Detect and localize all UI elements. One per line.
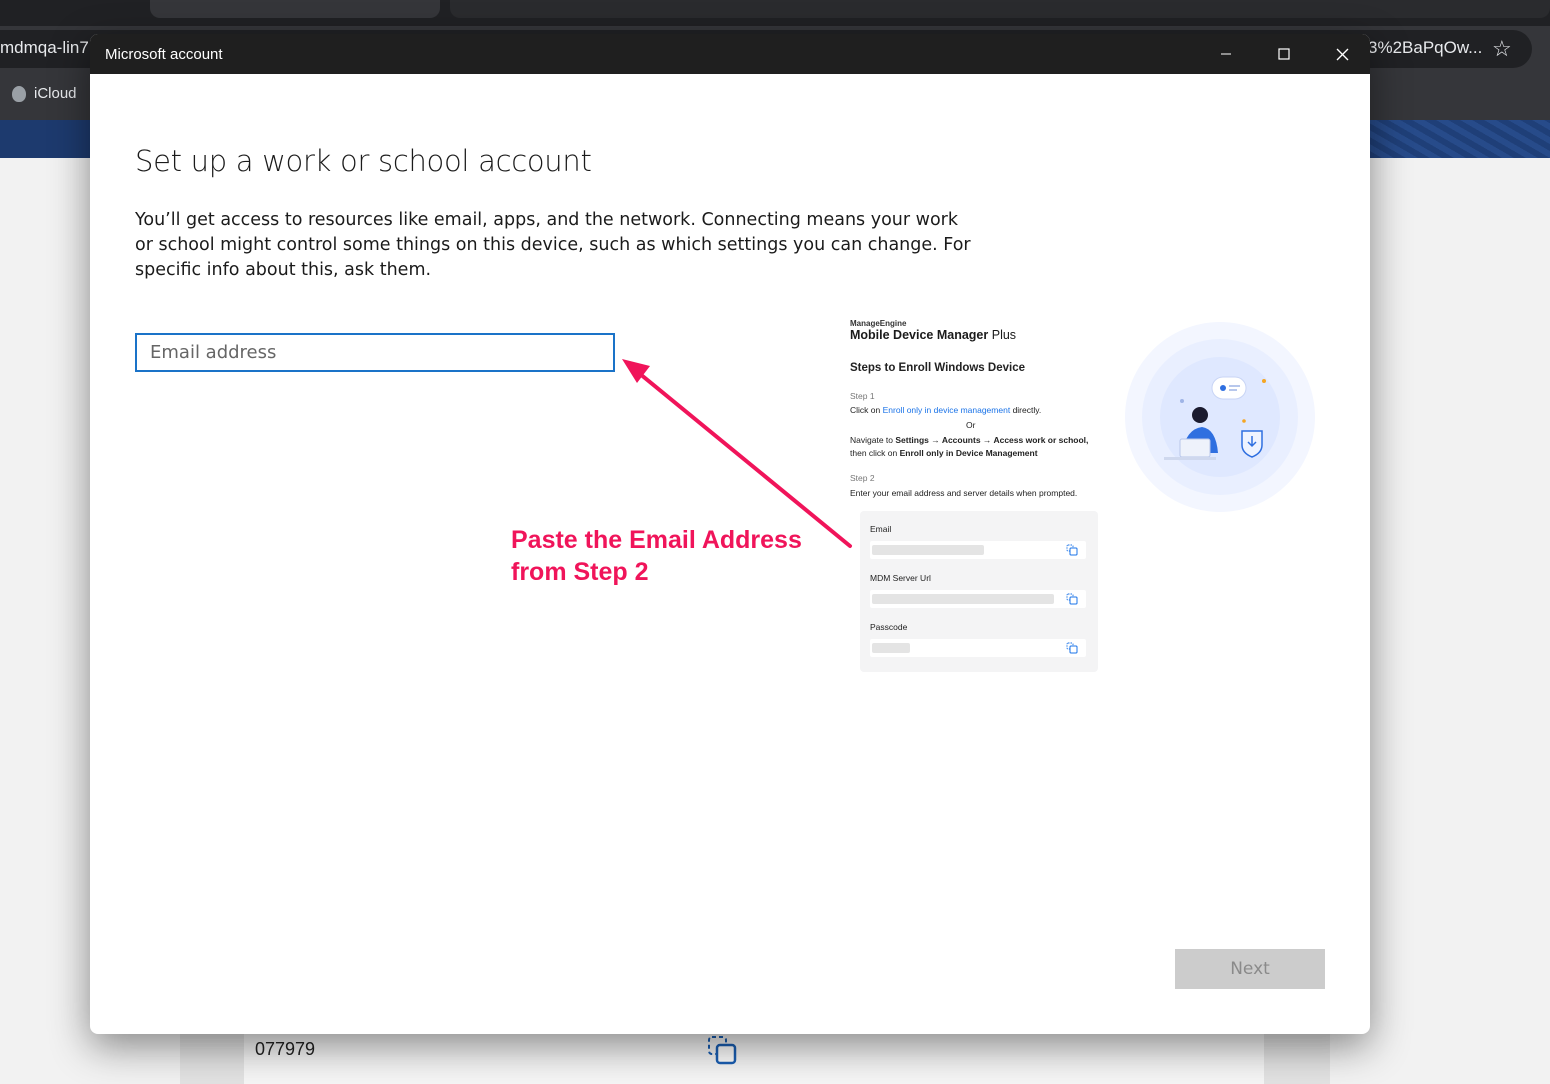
copy-icon[interactable] — [706, 1034, 738, 1066]
step1-prefix: Click on — [850, 405, 881, 415]
annotation-line-2: from Step 2 — [511, 558, 649, 586]
browser-tabstrip — [0, 0, 1550, 26]
step1-text: Click on Enroll only in device managemen… — [850, 405, 1041, 415]
server-url-field-value — [870, 590, 1086, 608]
email-field-label: Email — [870, 524, 892, 534]
maximize-icon — [1278, 48, 1290, 60]
redacted-value — [872, 594, 1054, 604]
star-icon[interactable]: ☆ — [1492, 36, 1512, 62]
step1-link: Enroll only in device management — [882, 405, 1011, 415]
page-banner-pattern — [1370, 120, 1550, 158]
browser-tab[interactable] — [450, 0, 1550, 18]
enrollment-illustration — [1125, 322, 1315, 512]
window-title: Microsoft account — [105, 46, 223, 63]
product-name-suffix: Plus — [991, 328, 1017, 342]
steps-title: Steps to Enroll Windows Device — [850, 362, 1025, 374]
mdm-credentials-card: Email MDM Server Url Passcode — [860, 511, 1098, 672]
step1-or: Or — [966, 420, 976, 430]
nav-line-2-bold: Enroll only in Device Management — [899, 448, 1038, 458]
browser-tab[interactable] — [150, 0, 440, 18]
dialog-content: Set up a work or school account You’ll g… — [90, 74, 1370, 1034]
mdm-instructions-image: ManageEngine Mobile Device Manager Plus … — [850, 319, 1100, 498]
nav-line-1-bold: Settings → Accounts → Access work or sch… — [895, 435, 1089, 445]
server-url-field-label: MDM Server Url — [870, 573, 931, 583]
apple-icon — [12, 85, 26, 102]
minimize-button[interactable] — [1198, 34, 1254, 74]
passcode-field-label: Passcode — [870, 622, 908, 632]
bookmark-label: iCloud — [34, 85, 77, 102]
close-icon — [1336, 48, 1348, 60]
redacted-value — [872, 545, 984, 555]
nav-line-2: then click on Enroll only in Device Mana… — [850, 448, 1038, 458]
nav-line-2-prefix: then click on — [850, 448, 898, 458]
step1-suffix: directly. — [1012, 405, 1042, 415]
background-passcode-value: 077979 — [255, 1039, 316, 1059]
step1-label: Step 1 — [850, 391, 875, 401]
step2-label: Step 2 — [850, 473, 875, 483]
passcode-field-value — [870, 639, 1086, 657]
copy-icon — [1066, 544, 1078, 556]
nav-line-1: Navigate to Settings → Accounts → Access… — [850, 435, 1088, 445]
manageengine-logo: ManageEngine — [850, 319, 907, 328]
microsoft-account-dialog: Microsoft account Set up a work or schoo… — [90, 34, 1370, 1034]
minimize-icon — [1221, 53, 1231, 55]
copy-icon — [1066, 593, 1078, 605]
maximize-button[interactable] — [1256, 34, 1312, 74]
product-name-main: Mobile Device Manager — [850, 328, 989, 342]
bookmark-icloud[interactable]: iCloud — [12, 85, 77, 102]
copy-icon — [1066, 642, 1078, 654]
redacted-value — [872, 643, 910, 653]
annotation-line-1: Paste the Email Address — [511, 526, 802, 554]
address-bar-text-end: 3%2BaPqOw... — [1368, 38, 1483, 57]
product-name: Mobile Device Manager Plus — [850, 328, 1100, 342]
close-button[interactable] — [1314, 34, 1370, 74]
email-field-value — [870, 541, 1086, 559]
annotation-text: Paste the Email Address from Step 2 — [511, 524, 802, 588]
nav-line-1-prefix: Navigate to — [850, 435, 893, 445]
address-bar-text: mdmqa-lin7 — [0, 38, 89, 57]
title-bar: Microsoft account — [90, 34, 1370, 74]
step2-text: Enter your email address and server deta… — [850, 488, 1078, 498]
